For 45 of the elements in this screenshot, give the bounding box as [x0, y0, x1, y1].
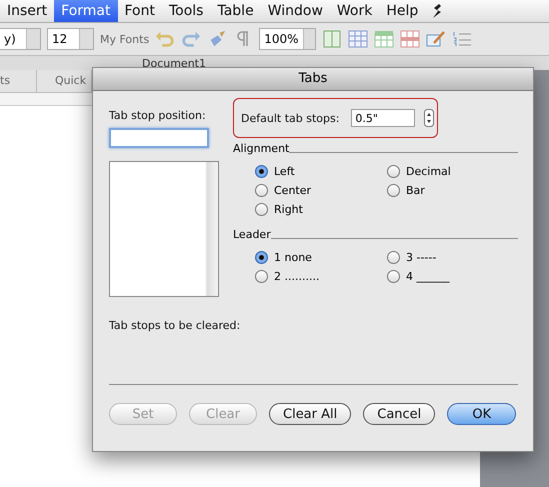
field-label: Default tab stops:: [241, 112, 340, 124]
menu-item[interactable]: Tools: [162, 0, 210, 22]
radio-option[interactable]: Center: [255, 184, 387, 197]
radio-option[interactable]: 3 -----: [387, 251, 518, 264]
numbered-list-icon[interactable]: [452, 30, 472, 48]
tab-stop-field[interactable]: [109, 128, 209, 148]
dialog-button[interactable]: OK: [447, 403, 516, 425]
radio-option[interactable]: 4 ______: [387, 270, 518, 283]
stepper[interactable]: [424, 109, 434, 127]
group-title: Alignment: [233, 142, 290, 155]
tab-stop-list[interactable]: [109, 161, 219, 297]
table-icon[interactable]: [348, 30, 368, 48]
dialog-button[interactable]: Clear All: [269, 403, 352, 425]
table-icon[interactable]: [374, 30, 394, 48]
pencil-icon[interactable]: [426, 30, 446, 48]
dialog-title: Tabs: [93, 68, 533, 91]
menu-item[interactable]: Font: [118, 0, 162, 22]
redo-icon[interactable]: [181, 30, 202, 48]
undo-icon[interactable]: [155, 30, 176, 48]
table-icon[interactable]: [400, 30, 420, 48]
columns-icon[interactable]: [322, 30, 342, 48]
fonts-menu[interactable]: My Fonts: [100, 32, 150, 46]
dialog-button[interactable]: Cancel: [363, 403, 436, 425]
radio-option[interactable]: Decimal: [387, 165, 518, 178]
menu-item[interactable]: Help: [379, 0, 426, 22]
radio-option[interactable]: Right: [255, 203, 387, 216]
cleared-label: Tab stops to be cleared:: [109, 319, 242, 332]
ribbon-tab[interactable]: ts: [0, 70, 37, 92]
menu-item[interactable]: Table: [210, 0, 261, 22]
document-title: Document1: [142, 56, 206, 70]
menu-item[interactable]: Format: [54, 0, 118, 22]
size-combo[interactable]: 12: [47, 28, 94, 50]
menu-item[interactable]: Insert: [0, 0, 54, 22]
menu-item[interactable]: Window: [260, 0, 330, 22]
zoom-combo[interactable]: 100%: [259, 28, 316, 50]
radio-option[interactable]: 1 none: [255, 251, 387, 264]
radio-option[interactable]: 2 ..........: [255, 270, 387, 283]
script-icon[interactable]: [431, 3, 444, 19]
font-combo[interactable]: y): [0, 28, 41, 50]
radio-option[interactable]: Bar: [387, 184, 518, 197]
field-label: Tab stop position:: [109, 109, 207, 122]
group-title: Leader: [233, 228, 271, 241]
default-tab-stops-field[interactable]: 0.5": [351, 109, 416, 127]
menu-item[interactable]: Work: [330, 0, 380, 22]
radio-option[interactable]: Left: [255, 165, 387, 178]
